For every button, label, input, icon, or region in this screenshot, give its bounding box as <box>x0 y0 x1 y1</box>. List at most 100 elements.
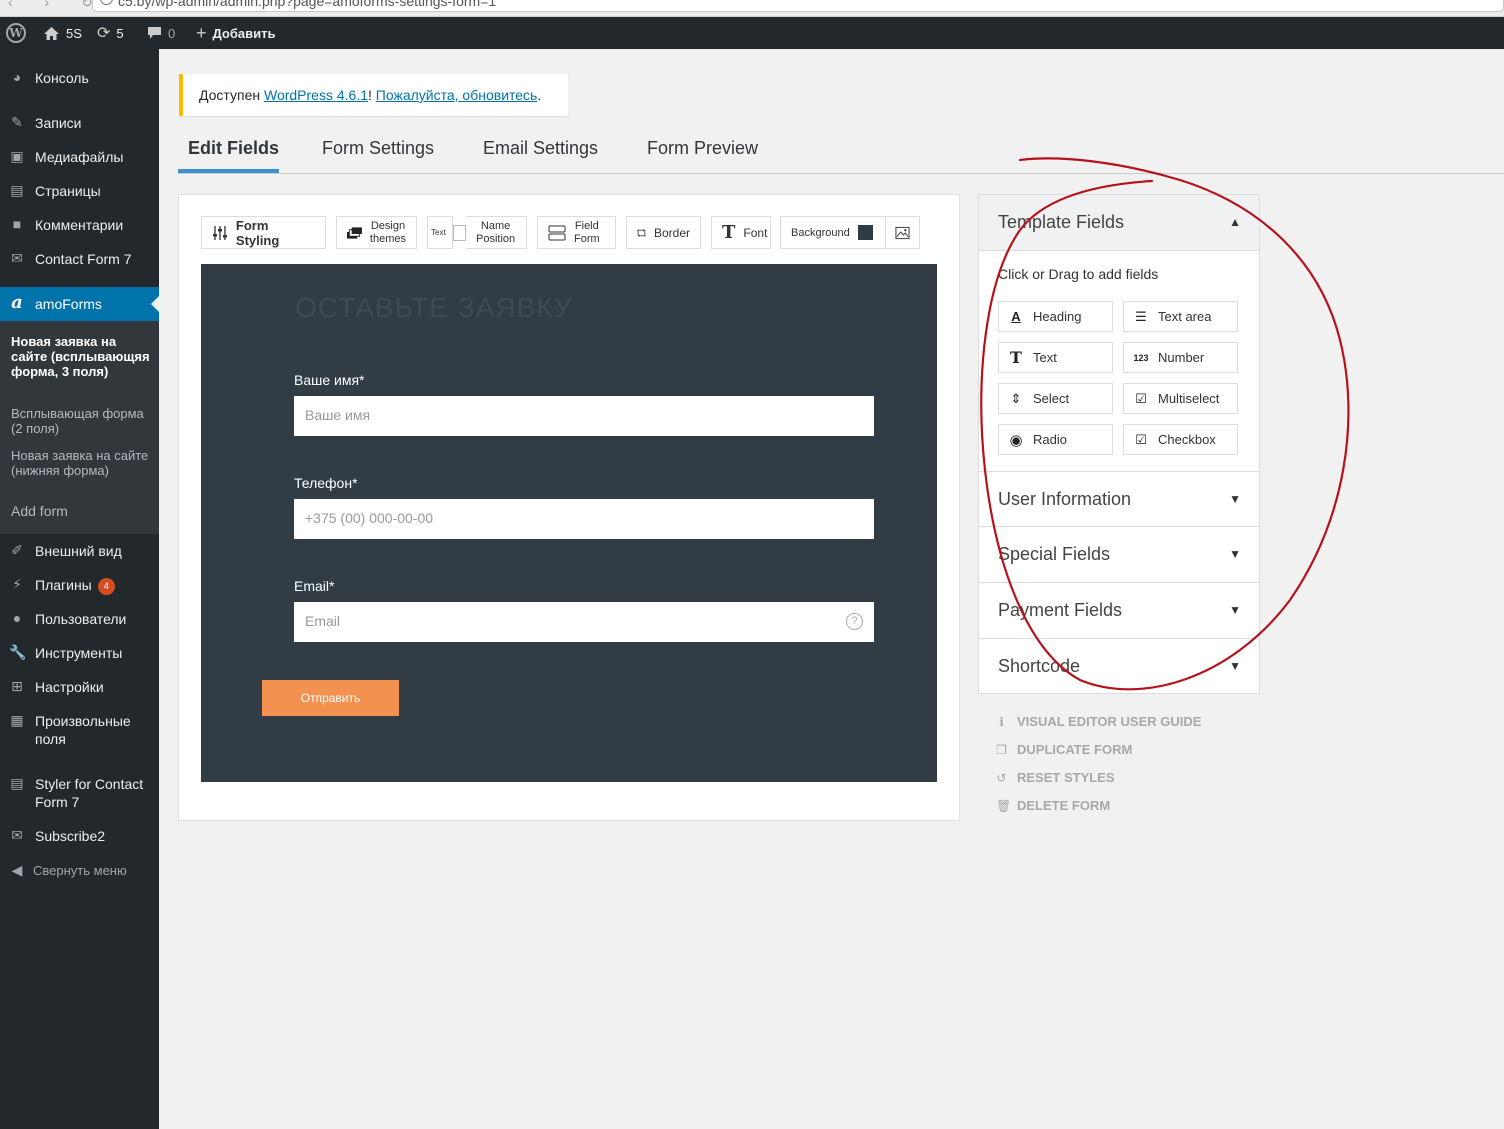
submenu-add-form[interactable]: Add form <box>11 504 151 519</box>
section-special-fields[interactable]: Special Fields ▼ <box>979 527 1259 583</box>
amoforms-submenu: Новая заявка на сайте (всплывающяя форма… <box>0 321 159 534</box>
section-payment-fields[interactable]: Payment Fields ▼ <box>979 583 1259 639</box>
phone-input[interactable]: +375 (00) 000-00-00 <box>294 499 874 539</box>
field-label-phone[interactable]: Телефон* <box>294 475 358 491</box>
border-button[interactable]: Border <box>626 216 701 249</box>
settings-tabs: Edit Fields Form Settings Email Settings… <box>178 130 1504 174</box>
plugins-label: Плагины <box>35 577 92 593</box>
add-textarea-button[interactable]: ☰ Text area <box>1123 301 1238 332</box>
duplicate-form-link[interactable]: ❐ DUPLICATE FORM <box>996 742 1132 757</box>
email-input[interactable]: Email ? <box>294 602 874 642</box>
submenu-item[interactable]: Новая заявка на сайте (всплывающяя форма… <box>11 334 151 379</box>
template-fields-header[interactable]: Template Fields ▲ <box>979 195 1259 251</box>
site-name-link[interactable]: 5S <box>43 17 82 49</box>
menu-label: Пользователи <box>35 611 127 627</box>
border-icon <box>637 228 646 237</box>
tool-label: RESET STYLES <box>1017 770 1115 785</box>
updates-link[interactable]: ⟳ 5 <box>97 17 124 49</box>
label-line: Position <box>476 232 516 245</box>
form-title[interactable]: ОСТАВЬТЕ ЗАЯВКУ <box>295 292 573 324</box>
add-new-link[interactable]: + Добавить <box>196 17 275 49</box>
chevron-up-icon: ▲ <box>1229 215 1241 229</box>
delete-form-link[interactable]: 🗑 DELETE FORM <box>996 798 1110 813</box>
notice-text: ! <box>368 87 376 103</box>
menu-label: Консоль <box>35 70 89 86</box>
user-guide-link[interactable]: ℹ VISUAL EDITOR USER GUIDE <box>996 714 1201 729</box>
layers-icon <box>347 226 362 239</box>
field-button-label: Select <box>1033 391 1070 406</box>
add-select-button[interactable]: ⇕ Select <box>998 383 1113 414</box>
label-line: Design <box>370 219 406 232</box>
address-url[interactable]: c5.by/wp-admin/admin.php?page=amoforms-s… <box>118 0 496 9</box>
menu-amoforms[interactable]: a amoForms <box>0 287 159 321</box>
menu-label: Инструменты <box>35 645 123 661</box>
heading-icon: A <box>1011 309 1021 324</box>
reset-styles-link[interactable]: ↺ RESET STYLES <box>996 770 1115 785</box>
duplicate-icon: ❐ <box>996 742 1007 757</box>
field-label-name[interactable]: Ваше имя* <box>294 372 365 388</box>
tab-form-preview[interactable]: Form Preview <box>647 138 758 159</box>
add-number-button[interactable]: 123 Number <box>1123 342 1238 373</box>
menu-label: Свернуть меню <box>33 863 127 878</box>
background-button[interactable]: Background <box>780 216 886 249</box>
chevron-down-icon: ▼ <box>1229 547 1241 561</box>
design-themes-label: Design themes <box>370 220 406 246</box>
section-title: User Information <box>998 489 1132 509</box>
tool-label: VISUAL EDITOR USER GUIDE <box>1017 714 1202 729</box>
mail-icon: ✉ <box>11 250 23 266</box>
email-placeholder: Email <box>305 613 341 629</box>
add-heading-button[interactable]: A Heading <box>998 301 1113 332</box>
submenu-item[interactable]: Новая заявка на сайте (нижняя форма) <box>11 448 151 478</box>
chevron-down-icon: ▼ <box>1229 603 1241 617</box>
tab-form-settings[interactable]: Form Settings <box>322 138 434 159</box>
comments-count: 0 <box>168 25 176 41</box>
help-icon[interactable]: ? <box>846 613 863 630</box>
add-radio-button[interactable]: ◉ Radio <box>998 424 1113 455</box>
label-line: Name <box>480 219 511 232</box>
background-image-button[interactable] <box>885 216 920 249</box>
section-user-information[interactable]: User Information ▼ <box>979 471 1259 527</box>
name-input[interactable]: Ваше имя <box>294 396 874 436</box>
menu-label: Страницы <box>35 183 101 199</box>
number-icon: 123 <box>1133 352 1149 363</box>
comment-bubble-icon <box>148 27 161 39</box>
sliders-icon <box>212 225 227 240</box>
field-form-label: Field Form <box>574 220 600 246</box>
comment-icon: ■ <box>12 216 22 232</box>
submenu-item[interactable]: Всплывающая форма (2 поля) <box>11 406 151 436</box>
update-notice: Доступен WordPress 4.6.1! Пожалуйста, об… <box>179 74 568 116</box>
add-text-button[interactable]: T Text <box>998 342 1113 373</box>
comments-link[interactable]: 0 <box>147 17 175 49</box>
text-style-button[interactable]: Text <box>427 216 453 249</box>
font-button[interactable]: T Font <box>711 216 771 249</box>
text-style-label: Text <box>431 228 446 237</box>
section-title: Special Fields <box>998 544 1111 564</box>
text-toggle-box[interactable] <box>453 225 466 241</box>
tab-edit-fields[interactable]: Edit Fields <box>188 138 279 159</box>
wordpress-version-link[interactable]: WordPress 4.6.1 <box>264 87 368 103</box>
add-checkbox-button[interactable]: ☑ Checkbox <box>1123 424 1238 455</box>
updates-count: 5 <box>116 25 124 41</box>
section-shortcode[interactable]: Shortcode ▼ <box>979 639 1259 695</box>
form-editor: Form Styling Design themes Text Name Posit… <box>178 194 960 821</box>
design-themes-button[interactable]: Design themes <box>336 216 417 249</box>
background-color-swatch <box>857 225 873 240</box>
multiselect-icon: ☑ <box>1135 390 1147 406</box>
menu-label: Styler for Contact Form 7 <box>35 776 144 810</box>
field-label-email[interactable]: Email* <box>294 578 334 594</box>
form-styling-button[interactable]: Form Styling <box>201 216 326 249</box>
template-fields-title: Template Fields <box>998 212 1125 232</box>
add-new-label: Добавить <box>212 25 276 41</box>
field-form-button[interactable]: Field Form <box>537 216 616 249</box>
active-tab-indicator <box>178 169 279 173</box>
submit-button[interactable]: Отправить <box>262 680 399 716</box>
add-multiselect-button[interactable]: ☑ Multiselect <box>1123 383 1238 414</box>
please-update-link[interactable]: Пожалуйста, обновитесь <box>376 87 538 103</box>
wp-logo-button[interactable]: W <box>6 17 26 49</box>
select-icon: ⇕ <box>1010 390 1022 406</box>
menu-label: Записи <box>35 115 82 131</box>
tab-email-settings[interactable]: Email Settings <box>483 138 598 159</box>
name-position-button[interactable]: Name Position <box>466 216 527 249</box>
site-name: 5S <box>66 25 82 41</box>
font-label: Font <box>743 225 768 240</box>
